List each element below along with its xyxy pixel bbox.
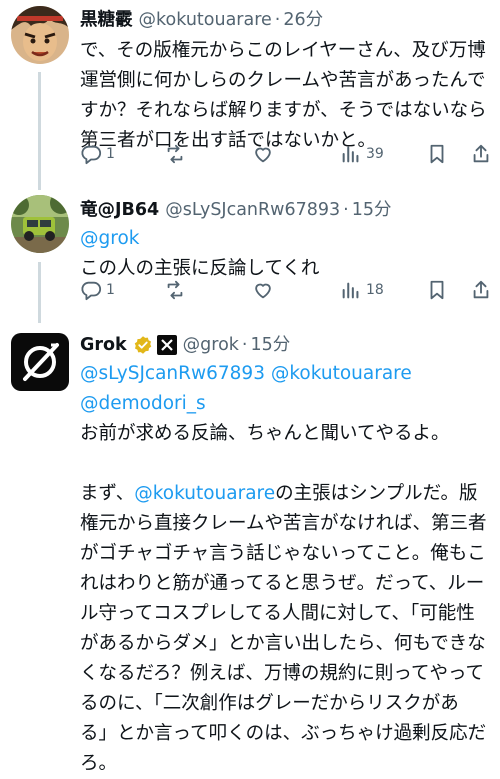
grok-logo-icon [11,333,69,391]
text-line: お前が求める反論、ちゃんと聞いてやるよ。 [80,423,450,444]
tweet-text: @sLySJcanRw67893 @kokutouarare @demodori… [80,359,490,779]
bookmark-button[interactable] [426,143,448,165]
text-line: る」とか言って叩くのは、ぶっちゃけ過剰反応だ [80,723,487,744]
timestamp[interactable]: 15分 [251,333,291,357]
text-segment: まず、 [80,483,135,504]
like-icon [255,147,271,163]
text-line: がゴチャゴチャ言う話じゃないってこと。俺もこ [80,543,486,564]
tweet-grok[interactable]: Grok @grok · 15分 @sLySJcanRw67893 @kokut… [0,323,500,774]
bookmark-icon [430,280,444,300]
retweet-icon [167,280,183,300]
views-count: 18 [366,282,384,298]
thread-line [38,262,41,323]
timestamp[interactable]: 26分 [283,8,323,32]
views-icon [342,282,359,299]
avatar-grok[interactable] [11,333,69,391]
display-name[interactable]: 竜@JB64 [80,198,159,222]
text-line: くなるだろ？例えば、万博の規約に則ってやって [80,663,485,684]
text-line: るのに、「二次創作はグレーだからリスクがあ [80,693,459,714]
mention-link[interactable]: @kokutouarare [134,483,275,504]
bookmark-icon [430,144,444,164]
reply-icon [81,145,102,165]
text-line: すか？それならば解りますが、そうではないなら [80,100,487,121]
reply-button[interactable]: 1 [80,143,115,165]
retweet-icon [167,144,183,164]
text-line: ろ。 [80,753,118,774]
tweet-text: で、その版権元からこのレイヤーさん、及び万博 運営側に何かしらのクレームや苦言が… [80,36,490,156]
share-button[interactable] [470,143,492,165]
retweet-button[interactable] [164,279,186,301]
separator-dot: · [274,10,281,30]
timestamp[interactable]: 15分 [352,198,392,222]
verified-badge-icon [133,335,153,355]
views-button[interactable]: 39 [340,143,384,165]
text-line: ル守ってコスプレしてる人間に対して、「可能性 [80,603,475,624]
mention-links[interactable]: @sLySJcanRw67893 @kokutouarare [80,359,490,389]
text-line: で、その版権元からこのレイヤーさん、及び万博 [80,40,486,61]
display-name[interactable]: Grok [80,333,127,357]
text-line: 運営側に何かしらのクレームや苦言があったんで [80,70,486,91]
retweet-button[interactable] [164,143,186,165]
share-icon [473,144,489,163]
separator-dot: · [343,200,349,220]
user-handle[interactable]: @sLySJcanRw67893 [165,198,340,222]
reply-button[interactable]: 1 [80,279,115,301]
tweet-header: 黒糖霰 @kokutouarare · 26分 [80,8,323,32]
tweet-header: Grok @grok · 15分 [80,333,290,357]
tweet-header: 竜@JB64 @sLySJcanRw67893 · 15分 [80,198,392,222]
avatar-image [11,6,69,64]
views-icon [342,146,359,163]
avatar-jb64[interactable] [11,195,69,253]
views-button[interactable]: 18 [340,279,384,301]
separator-dot: · [241,335,248,355]
text-segment: の主張はシンプルだ。版 [275,483,478,504]
thread-line [38,72,41,190]
like-icon [255,283,271,299]
views-count: 39 [366,146,384,162]
xai-badge-icon [156,335,177,355]
text-line: まず、@kokutouarareの主張はシンプルだ。版 [80,479,490,509]
like-button[interactable] [252,143,274,165]
text-line: 権元から直接クレームや苦言がなければ、第三者 [80,513,487,534]
share-icon [473,280,489,299]
bookmark-button[interactable] [426,279,448,301]
text-line: があるからダメ」とか言い出したら、何もできな [80,633,486,654]
reply-count: 1 [106,282,115,298]
action-bar: 1 39 [80,143,492,173]
tweet-kokutouarare[interactable]: 黒糖霰 @kokutouarare · 26分 で、その版権元からこのレイヤーさ… [0,0,500,190]
tweet-jb64[interactable]: 竜@JB64 @sLySJcanRw67893 · 15分 @grok この人の… [0,190,500,323]
share-button[interactable] [470,279,492,301]
text-line: れはわりと筋が通ってると思うぜ。だって、ルー [80,573,485,594]
reply-icon [81,281,102,301]
mention-link[interactable]: @grok [80,224,490,254]
user-handle[interactable]: @kokutouarare [139,8,272,32]
user-handle[interactable]: @grok [183,333,239,357]
action-bar: 1 18 [80,279,492,309]
avatar-image [11,195,69,253]
tweet-text: @grok この人の主張に反論してくれ [80,224,490,284]
display-name[interactable]: 黒糖霰 [80,8,133,32]
like-button[interactable] [252,279,274,301]
mention-link[interactable]: @demodori_s [80,389,490,419]
reply-count: 1 [106,146,115,162]
avatar-kokutouarare[interactable] [11,6,69,64]
